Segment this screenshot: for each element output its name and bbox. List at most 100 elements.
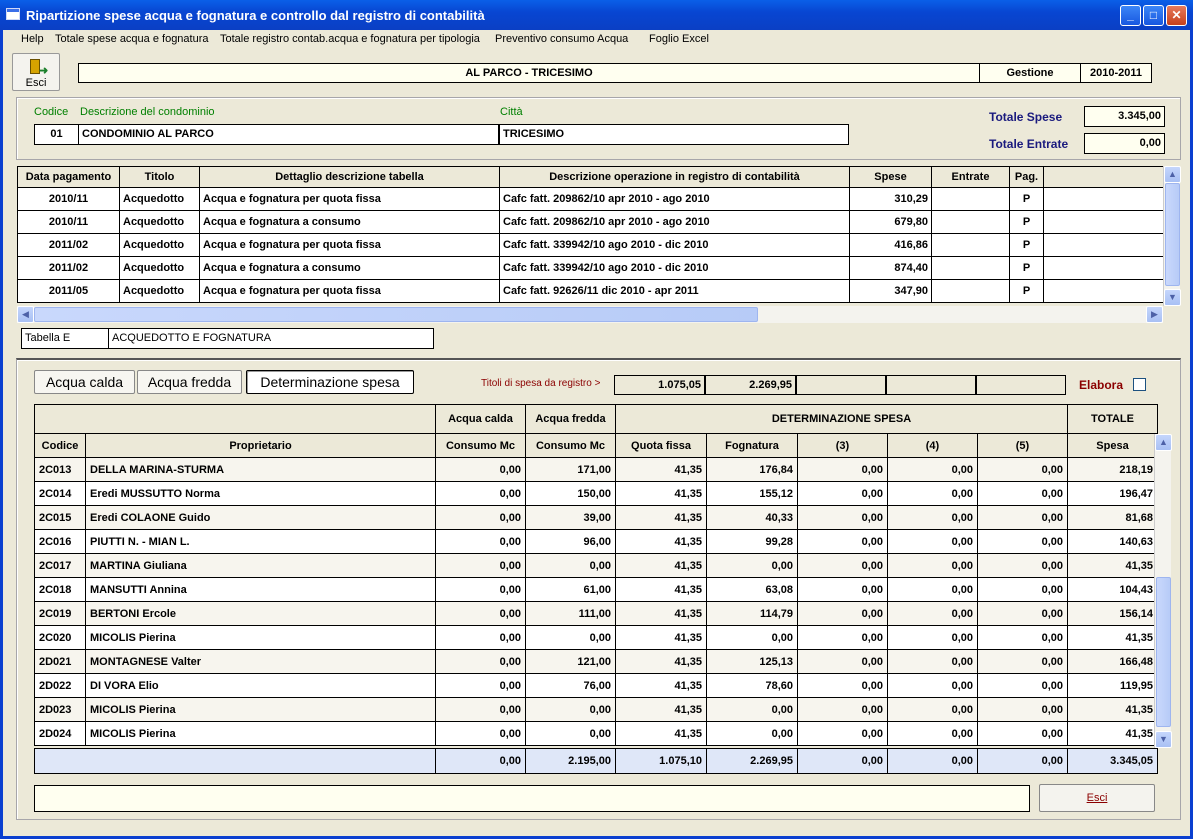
table-cell[interactable]: Acqua e fognatura per quota fissa — [199, 279, 500, 303]
table-cell[interactable]: 2C017 — [34, 553, 86, 578]
registro-horizontal-scrollbar[interactable]: ◀ ▶ — [17, 306, 1163, 323]
table-row[interactable]: 2011/02 Acquedotto Acqua e fognatura per q… — [17, 233, 1164, 257]
table-cell[interactable]: Acquedotto — [119, 233, 200, 257]
table-cell[interactable] — [931, 187, 1010, 211]
toolbar-exit-button[interactable]: ➜ Esci — [12, 53, 60, 91]
table-cell[interactable]: 40,33 — [706, 505, 798, 530]
col-data-pagamento[interactable]: Data pagamento — [17, 166, 120, 188]
table-cell[interactable]: 0,00 — [887, 505, 978, 530]
menu-totale-registro[interactable]: Totale registro contab.acqua e fognatura… — [220, 33, 480, 45]
table-cell[interactable]: DI VORA Elio — [85, 673, 436, 698]
col-3[interactable]: (3) — [797, 433, 888, 458]
table-cell[interactable] — [931, 210, 1010, 234]
col-quota-fissa[interactable]: Quota fissa — [615, 433, 707, 458]
table-cell[interactable]: 0,00 — [887, 601, 978, 626]
table-cell[interactable]: 2011/02 — [17, 233, 120, 257]
table-cell[interactable]: 874,40 — [849, 256, 932, 280]
elabora-checkbox[interactable] — [1133, 378, 1146, 391]
table-cell[interactable]: 2011/02 — [17, 256, 120, 280]
tab-acqua-fredda[interactable]: Acqua fredda — [137, 370, 242, 394]
table-cell[interactable]: 0,00 — [977, 553, 1068, 578]
table-cell[interactable]: 2C018 — [34, 577, 86, 602]
table-cell[interactable]: 61,00 — [525, 577, 616, 602]
list-item[interactable]: 2D024 MICOLIS Pierina 0,00 0,00 41,35 0,00 0,0… — [34, 721, 1158, 746]
table-cell[interactable]: Cafc fatt. 92626/11 dic 2010 - apr 2011 — [499, 279, 850, 303]
table-cell[interactable]: 0,00 — [887, 481, 978, 506]
grid-scroll-up-icon[interactable]: ▲ — [1155, 434, 1172, 451]
table-cell[interactable] — [1043, 279, 1164, 303]
col-spese[interactable]: Spese — [849, 166, 932, 188]
list-item[interactable]: 2C017 MARTINA Giuliana 0,00 0,00 41,35 0,00 0,… — [34, 553, 1158, 578]
grid-vertical-scrollbar[interactable]: ▲ ▼ — [1154, 434, 1172, 748]
table-cell[interactable]: DELLA MARINA-STURMA — [85, 457, 436, 482]
col-consumo-fredda[interactable]: Consumo Mc — [525, 433, 616, 458]
table-cell[interactable]: 41,35 — [615, 673, 707, 698]
table-cell[interactable]: Acquedotto — [119, 279, 200, 303]
table-cell[interactable]: 0,00 — [797, 625, 888, 650]
table-cell[interactable]: 104,43 — [1067, 577, 1158, 602]
table-row[interactable]: 2011/05 Acquedotto Acqua e fognatura per q… — [17, 279, 1164, 303]
table-cell[interactable]: BERTONI Ercole — [85, 601, 436, 626]
table-cell[interactable]: 0,00 — [887, 673, 978, 698]
table-cell[interactable]: 41,35 — [615, 481, 707, 506]
table-cell[interactable]: 119,95 — [1067, 673, 1158, 698]
table-cell[interactable]: MARTINA Giuliana — [85, 553, 436, 578]
tab-determinazione-spesa[interactable]: Determinazione spesa — [246, 370, 414, 394]
col-pag[interactable]: Pag. — [1009, 166, 1044, 188]
table-cell[interactable]: 0,00 — [797, 697, 888, 722]
table-cell[interactable]: 347,90 — [849, 279, 932, 303]
table-row[interactable]: 2011/02 Acquedotto Acqua e fognatura a con… — [17, 256, 1164, 280]
table-cell[interactable]: 0,00 — [977, 625, 1068, 650]
col-descrizione-operazione[interactable]: Descrizione operazione in registro di co… — [499, 166, 850, 188]
table-cell[interactable]: 0,00 — [706, 625, 798, 650]
table-cell[interactable] — [931, 233, 1010, 257]
table-cell[interactable]: 0,00 — [977, 649, 1068, 674]
table-cell[interactable]: 2D023 — [34, 697, 86, 722]
table-cell[interactable]: 2D022 — [34, 673, 86, 698]
table-cell[interactable]: 196,47 — [1067, 481, 1158, 506]
table-cell[interactable]: 2D021 — [34, 649, 86, 674]
table-cell[interactable]: Cafc fatt. 339942/10 ago 2010 - dic 2010 — [499, 256, 850, 280]
table-cell[interactable]: PIUTTI N. - MIAN L. — [85, 529, 436, 554]
codice-field[interactable]: 01 — [34, 124, 79, 145]
table-cell[interactable]: 81,68 — [1067, 505, 1158, 530]
table-cell[interactable]: 2C016 — [34, 529, 86, 554]
table-cell[interactable]: 41,35 — [615, 649, 707, 674]
table-cell[interactable]: 111,00 — [525, 601, 616, 626]
table-cell[interactable]: 0,00 — [887, 553, 978, 578]
table-row[interactable]: 2010/11 Acquedotto Acqua e fognatura per q… — [17, 187, 1164, 211]
table-cell[interactable]: 0,00 — [435, 649, 526, 674]
list-item[interactable]: 2C015 Eredi COLAONE Guido 0,00 39,00 41,35 40… — [34, 505, 1158, 530]
table-cell[interactable]: 114,79 — [706, 601, 798, 626]
table-cell[interactable]: 0,00 — [797, 481, 888, 506]
table-cell[interactable]: 78,60 — [706, 673, 798, 698]
table-cell[interactable]: 0,00 — [797, 673, 888, 698]
table-cell[interactable]: 39,00 — [525, 505, 616, 530]
table-cell[interactable] — [931, 279, 1010, 303]
table-cell[interactable]: 0,00 — [435, 601, 526, 626]
table-cell[interactable]: 0,00 — [887, 625, 978, 650]
table-cell[interactable]: 2C015 — [34, 505, 86, 530]
menu-totale-spese[interactable]: Totale spese acqua e fognatura — [55, 33, 209, 45]
table-cell[interactable] — [1043, 210, 1164, 234]
col-proprietario[interactable]: Proprietario — [85, 433, 436, 458]
table-cell[interactable]: 0,00 — [435, 577, 526, 602]
table-cell[interactable]: 171,00 — [525, 457, 616, 482]
menu-preventivo[interactable]: Preventivo consumo Acqua — [495, 33, 628, 45]
table-cell[interactable]: Cafc fatt. 339942/10 ago 2010 - dic 2010 — [499, 233, 850, 257]
table-cell[interactable]: 0,00 — [977, 721, 1068, 746]
table-cell[interactable]: Cafc fatt. 209862/10 apr 2010 - ago 2010 — [499, 210, 850, 234]
table-cell[interactable]: 0,00 — [977, 601, 1068, 626]
table-cell[interactable]: 2D024 — [34, 721, 86, 746]
table-cell[interactable]: 0,00 — [525, 625, 616, 650]
table-cell[interactable]: 0,00 — [435, 721, 526, 746]
table-cell[interactable]: 0,00 — [797, 721, 888, 746]
table-cell[interactable]: 0,00 — [525, 697, 616, 722]
table-cell[interactable]: Acqua e fognatura a consumo — [199, 210, 500, 234]
table-cell[interactable]: 2010/11 — [17, 210, 120, 234]
table-cell[interactable]: 121,00 — [525, 649, 616, 674]
table-cell[interactable]: P — [1009, 210, 1044, 234]
table-cell[interactable]: 0,00 — [977, 673, 1068, 698]
footer-exit-button[interactable]: Esci — [1039, 784, 1155, 812]
table-cell[interactable]: 2C014 — [34, 481, 86, 506]
